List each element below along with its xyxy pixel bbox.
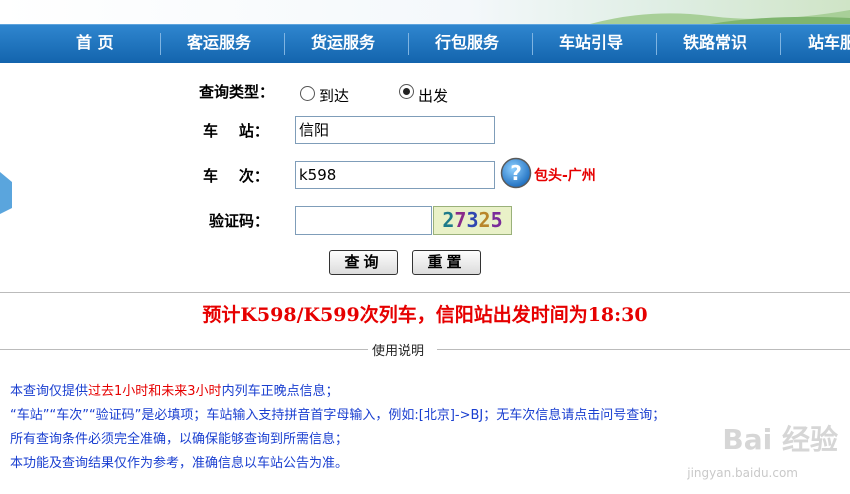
nav-separator	[160, 33, 161, 55]
nav-luggage-service[interactable]: 行包服务	[435, 25, 499, 63]
instructions-title: 使用说明	[372, 344, 425, 359]
svg-text:?: ?	[510, 161, 522, 185]
captcha-label: 验证码：	[209, 212, 270, 230]
route-hint: 包头-广州	[534, 168, 596, 184]
instruction-line: 本查询仅提供过去1小时和未来3小时内列车正晚点信息；	[10, 384, 339, 399]
banner-landscape-image	[590, 10, 850, 24]
query-button[interactable]: 查询	[329, 250, 398, 275]
train-number-input[interactable]: k598	[295, 161, 495, 189]
divider	[0, 349, 368, 350]
station-input[interactable]: 信阳	[295, 116, 495, 144]
instructions-list: 本查询仅提供过去1小时和未来3小时内列车正晚点信息； “车站”“车次”“验证码”…	[10, 380, 665, 476]
nav-separator	[284, 33, 285, 55]
watermark-url: jingyan.baidu.com	[687, 466, 798, 480]
result-message: 预计K598/K599次列车，信阳站出发时间为18:30	[202, 304, 648, 326]
captcha-char: 2	[442, 208, 455, 232]
nav-railway-knowledge[interactable]: 铁路常识	[683, 25, 747, 63]
captcha-char: 3	[466, 208, 479, 232]
nav-passenger-service[interactable]: 客运服务	[187, 25, 251, 63]
train-label: 车 次：	[203, 167, 269, 185]
nav-separator	[532, 33, 533, 55]
nav-home[interactable]: 首 页	[76, 25, 114, 63]
instruction-line: 本功能及查询结果仅作为参考，准确信息以车站公告为准。	[10, 456, 349, 471]
radio-arrive-label: 到达	[319, 87, 350, 105]
captcha-input[interactable]	[295, 206, 432, 235]
help-question-icon[interactable]: ?	[500, 157, 532, 189]
nav-freight-service[interactable]: 货运服务	[311, 25, 375, 63]
top-banner	[0, 0, 850, 24]
radio-depart[interactable]	[399, 84, 414, 99]
decorative-graphic	[0, 172, 12, 214]
instruction-line: “车站”“车次”“验证码”是必填项；车站输入支持拼音首字母输入，例如:[北京]-…	[10, 408, 666, 423]
baidu-watermark-logo: Bai 经验	[722, 423, 838, 456]
radio-arrive[interactable]	[300, 86, 315, 101]
captcha-char: 2	[478, 208, 491, 232]
divider	[0, 292, 850, 293]
nav-station-train-service[interactable]: 站车服	[808, 25, 850, 63]
radio-depart-label: 出发	[418, 87, 449, 105]
nav-station-guide[interactable]: 车站引导	[559, 25, 623, 63]
nav-separator	[408, 33, 409, 55]
query-type-label: 查询类型：	[199, 83, 275, 101]
reset-button[interactable]: 重置	[412, 250, 481, 275]
main-navigation: 首 页 客运服务 货运服务 行包服务 车站引导 铁路常识 站车服	[0, 24, 850, 63]
captcha-char: 5	[490, 208, 503, 232]
station-label: 车 站：	[203, 122, 269, 140]
divider	[437, 349, 850, 350]
instruction-line: 所有查询条件必须完全准确，以确保能够查询到所需信息；	[10, 432, 349, 447]
captcha-char: 7	[454, 208, 467, 232]
nav-separator	[656, 33, 657, 55]
captcha-image[interactable]: 27325	[433, 206, 512, 235]
nav-separator	[780, 33, 781, 55]
